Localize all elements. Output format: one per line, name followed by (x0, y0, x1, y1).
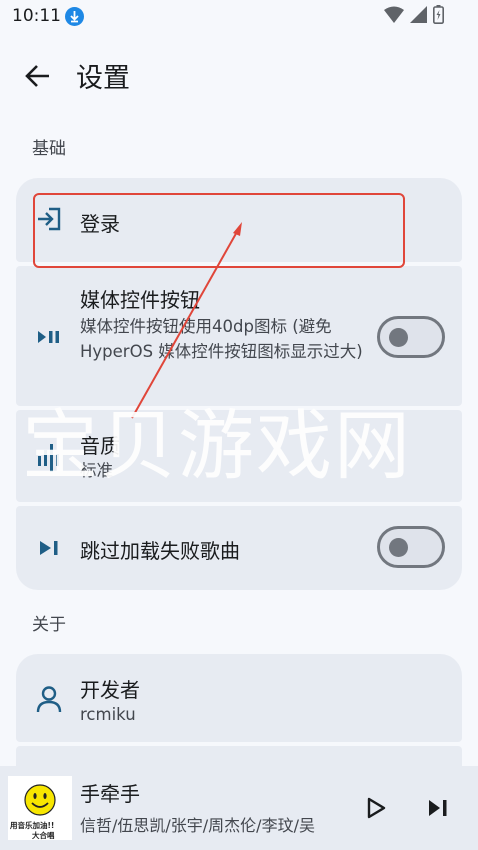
media-buttons-toggle[interactable] (377, 316, 445, 358)
song-title: 手牵手 (80, 782, 140, 806)
setting-skip-failed[interactable]: 跳过加载失败歌曲 (16, 506, 462, 590)
about-developer[interactable]: 开发者 rcmiku (16, 654, 462, 742)
back-button[interactable] (22, 60, 54, 92)
next-button[interactable] (424, 794, 452, 822)
section-label-about: 关于 (32, 615, 66, 635)
album-cover[interactable]: 用音乐加油!! 大合唱 (8, 776, 72, 840)
page-title: 设置 (76, 63, 130, 94)
section-label-basic: 基础 (32, 139, 66, 159)
toggle-knob (389, 328, 408, 347)
download-icon (65, 7, 84, 26)
developer-value: rcmiku (80, 705, 136, 724)
app-bar: 设置 (0, 50, 478, 100)
play-button[interactable] (362, 794, 390, 822)
mini-player[interactable]: 用音乐加油!! 大合唱 手牵手 信哲/伍思凯/张宇/周杰伦/李玟/吴 (0, 766, 478, 850)
setting-skip-failed-title: 跳过加载失败歌曲 (80, 539, 240, 563)
person-icon (36, 685, 62, 713)
setting-media-buttons-subtitle: 媒体控件按钮使用40dp图标 (避免HyperOS 媒体控件按钮图标显示过大) (80, 317, 363, 361)
setting-quality-title: 音质 (80, 434, 120, 458)
skip-next-icon (36, 535, 62, 561)
signal-icon (410, 5, 427, 27)
toggle-knob (389, 538, 408, 557)
cover-text-bottom: 大合唱 (32, 831, 55, 840)
setting-media-buttons[interactable]: 媒体控件按钮 媒体控件按钮使用40dp图标 (避免HyperOS 媒体控件按钮图… (16, 266, 462, 406)
arrow-left-icon (25, 65, 49, 87)
skip-next-icon (429, 800, 447, 816)
highlight-box (33, 193, 405, 268)
wifi-icon (384, 6, 404, 27)
setting-media-buttons-title: 媒体控件按钮 (80, 288, 200, 312)
setting-quality[interactable]: 音质 标准 (16, 410, 462, 502)
developer-title: 开发者 (80, 678, 140, 702)
equalizer-icon (36, 442, 62, 472)
skip-failed-toggle[interactable] (377, 526, 445, 568)
play-icon (367, 797, 386, 819)
setting-quality-value: 标准 (80, 461, 113, 480)
song-artists: 信哲/伍思凯/张宇/周杰伦/李玟/吴 (80, 816, 315, 835)
status-bar: 10:11 (0, 0, 478, 34)
play-pause-icon (36, 324, 62, 350)
status-time: 10:11 (12, 6, 61, 26)
battery-icon (433, 4, 444, 28)
